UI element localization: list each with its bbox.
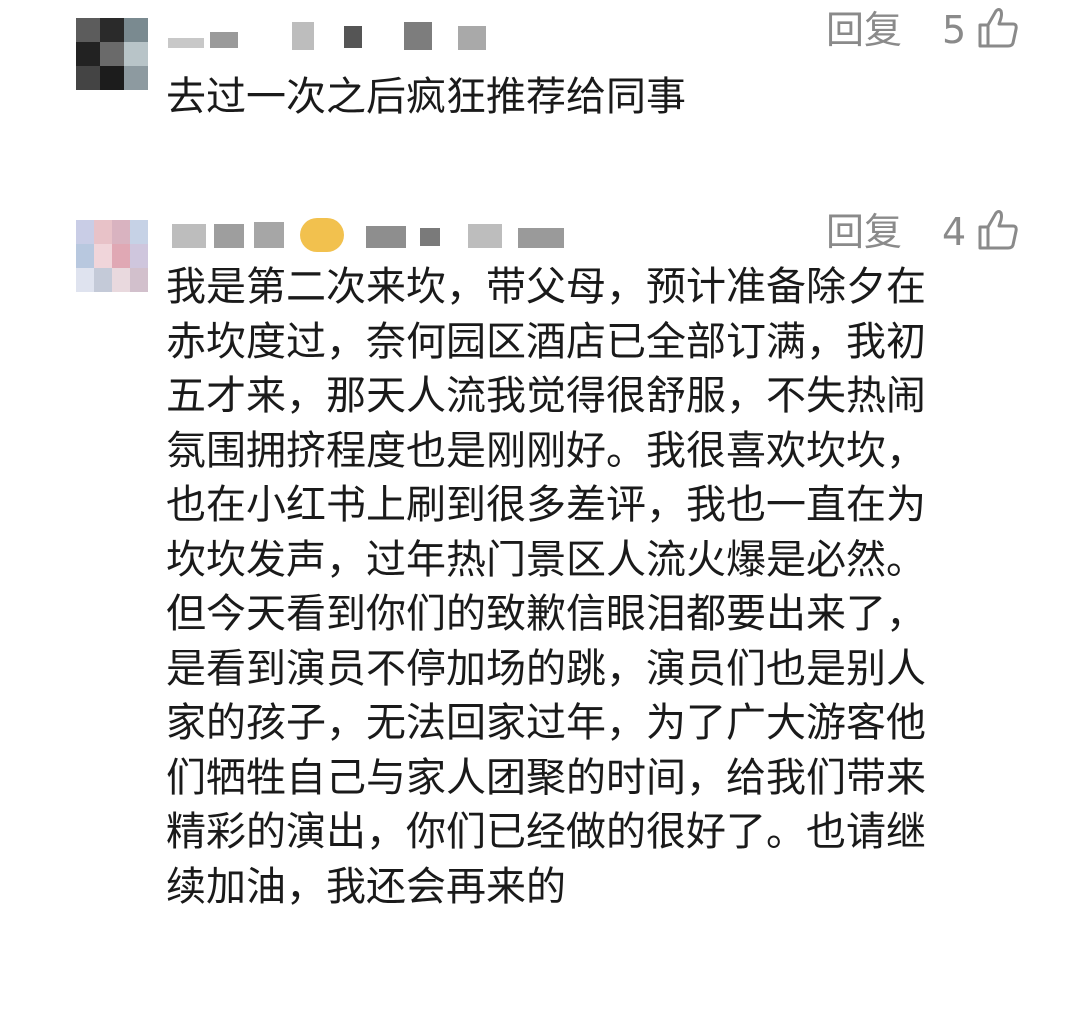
- comment-item: 回复 5 去过一次之后疯狂推荐给同事: [0, 0, 1080, 180]
- thumbs-up-icon[interactable]: [976, 6, 1020, 50]
- username-blurred[interactable]: [168, 218, 588, 252]
- thumbs-up-icon[interactable]: [976, 208, 1020, 252]
- like-count: 4: [942, 210, 967, 254]
- reply-button[interactable]: 回复: [826, 210, 902, 254]
- comment-text: 去过一次之后疯狂推荐给同事: [166, 74, 686, 120]
- comment-text: 我是第二次来坎，带父母，预计准备除夕在 赤坎度过，奈何园区酒店已全部订满，我初 …: [166, 264, 926, 910]
- comment-item: 回复 4 我是第二次来坎，带父母，预计准备除夕在 赤坎度过，奈何园区酒店已全部订…: [0, 180, 1080, 1025]
- avatar[interactable]: [76, 18, 148, 90]
- avatar[interactable]: [76, 220, 148, 292]
- username-blurred[interactable]: [168, 22, 508, 56]
- like-count: 5: [942, 8, 967, 52]
- reply-button[interactable]: 回复: [826, 8, 902, 52]
